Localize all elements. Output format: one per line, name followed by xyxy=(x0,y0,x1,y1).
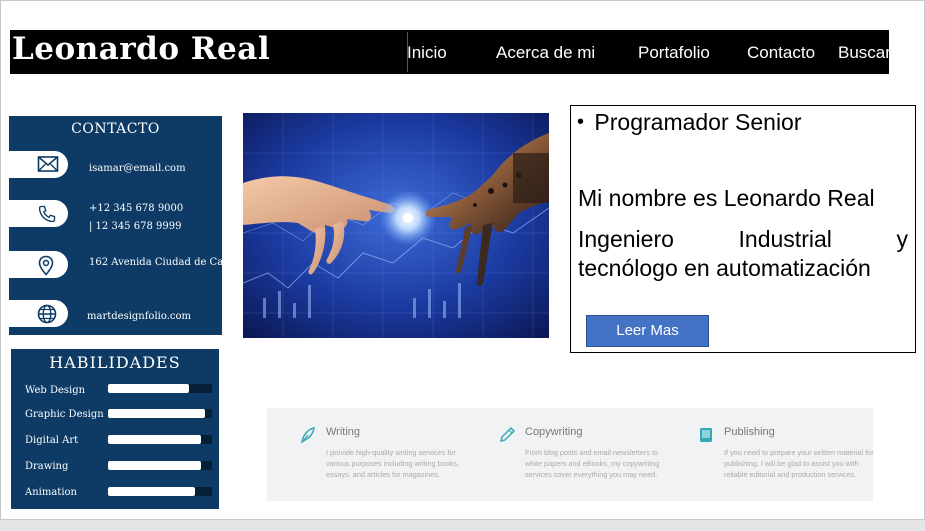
bullet-marker: • xyxy=(577,111,585,133)
service-desc-writing: I provide high-quality writing services … xyxy=(326,448,460,479)
intro-box: • Programador Senior Mi nombre es Leonar… xyxy=(570,105,916,353)
headline-row: • Programador Senior xyxy=(577,109,802,136)
skill-label-drawing: Drawing xyxy=(25,461,69,472)
hero-image xyxy=(243,113,549,338)
role-word-2: Industrial xyxy=(738,226,832,252)
header-bar: Leonardo Real Inicio Acerca de mi Portaf… xyxy=(10,30,889,74)
location-pin-icon xyxy=(38,255,54,276)
contact-phone-2: | 12 345 678 9999 xyxy=(89,221,182,232)
skill-label-web-design: Web Design xyxy=(25,385,86,396)
book-icon xyxy=(700,428,712,442)
envelope-icon xyxy=(37,156,59,172)
role-word-3: y xyxy=(896,226,909,252)
name-text: Mi nombre es Leonardo Real xyxy=(578,185,875,211)
skills-card: HABILIDADES Web Design Graphic Design Di… xyxy=(11,349,219,509)
hands-illustration xyxy=(243,113,549,338)
role-line-2: tecnólogo en automatización xyxy=(578,255,871,281)
contact-card: CONTACTO isamar@email.com +12 345 678 90… xyxy=(9,116,230,335)
contact-address: 162 Avenida Ciudad de Cali xyxy=(89,257,230,268)
skill-bar-animation xyxy=(108,487,212,496)
service-desc-copywriting: From blog posts and email newsletters to… xyxy=(525,448,660,479)
service-title-copywriting: Copywriting xyxy=(525,426,583,438)
headline-text: Programador Senior xyxy=(594,109,802,135)
services-strip: Writing I provide high-quality writing s… xyxy=(267,408,874,501)
nav-contacto[interactable]: Contacto xyxy=(747,43,815,63)
globe-icon xyxy=(37,304,57,324)
skill-fill-animation xyxy=(108,487,196,496)
service-title-publishing: Publishing xyxy=(724,426,775,438)
skill-bar-digital-art xyxy=(108,435,212,444)
role-word-1: Ingeniero xyxy=(578,226,674,252)
nav-portafolio[interactable]: Portafolio xyxy=(638,43,710,63)
skills-title: HABILIDADES xyxy=(49,353,181,372)
nav-acerca[interactable]: Acerca de mi xyxy=(496,43,595,63)
skill-fill-digital-art xyxy=(108,435,201,444)
address-pill xyxy=(9,251,68,278)
service-title-writing: Writing xyxy=(326,426,361,438)
skill-bar-graphic-design xyxy=(108,409,212,418)
nav-buscar[interactable]: Buscar xyxy=(838,43,889,63)
nav-inicio[interactable]: Inicio xyxy=(407,43,447,63)
website-pill xyxy=(9,300,68,327)
email-pill xyxy=(9,151,68,178)
contact-website[interactable]: martdesignfolio.com xyxy=(87,311,191,322)
contact-email[interactable]: isamar@email.com xyxy=(89,163,186,174)
skill-bar-web-design xyxy=(108,384,212,393)
phone-pill xyxy=(9,200,68,227)
skill-label-graphic-design: Graphic Design xyxy=(25,409,104,420)
service-desc-publishing: If you need to prepare your written mate… xyxy=(724,448,874,479)
contact-phone-1: +12 345 678 9000 xyxy=(89,203,184,214)
skill-fill-graphic-design xyxy=(108,409,205,418)
status-strip xyxy=(0,520,925,531)
pen-icon xyxy=(499,426,516,443)
read-more-button[interactable]: Leer Mas xyxy=(586,315,709,347)
skill-fill-drawing xyxy=(108,461,201,470)
skill-label-animation: Animation xyxy=(25,487,77,498)
skill-bar-drawing xyxy=(108,461,212,470)
skill-label-digital-art: Digital Art xyxy=(25,435,79,446)
site-logo[interactable]: Leonardo Real xyxy=(12,30,270,74)
contact-title: CONTACTO xyxy=(71,121,160,137)
role-line-1: Ingeniero Industrial y xyxy=(578,226,908,253)
phone-icon xyxy=(38,205,56,223)
quill-icon xyxy=(300,427,315,444)
skill-fill-web-design xyxy=(108,384,190,393)
